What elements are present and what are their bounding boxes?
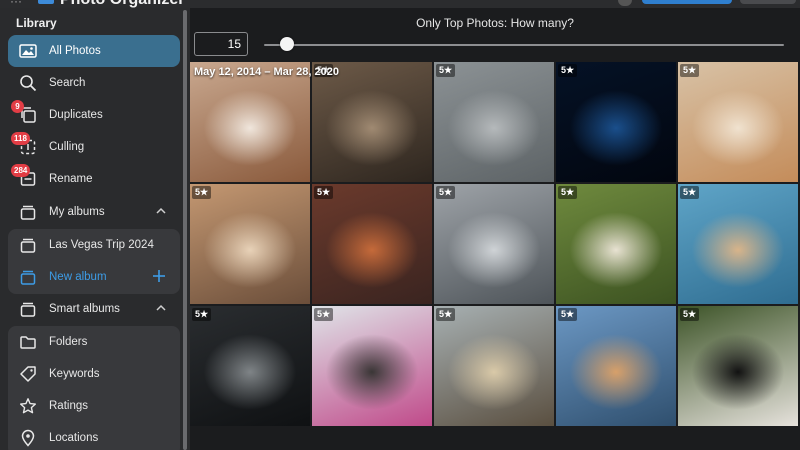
my-albums-label: My albums bbox=[49, 206, 105, 218]
new-album-label: New album bbox=[49, 271, 107, 283]
photo-rating-badge: 5★ bbox=[680, 186, 700, 199]
window-menu-icon[interactable]: ··· bbox=[10, 0, 22, 8]
sidebar-item-rename[interactable]: 284 Rename bbox=[8, 163, 180, 195]
smart-albums-group: Folders Keywords Ratings Locations bbox=[8, 326, 180, 450]
photo-tile[interactable]: 5★ bbox=[678, 184, 798, 304]
smart-item-locations[interactable]: Locations bbox=[8, 422, 180, 450]
albums-icon bbox=[18, 203, 38, 221]
photo-rating-badge: 5★ bbox=[314, 186, 334, 199]
star-icon bbox=[18, 397, 38, 415]
app-logo-icon bbox=[38, 0, 54, 4]
sidebar-item-label: Rename bbox=[49, 173, 93, 185]
sidebar-item-search[interactable]: Search bbox=[8, 67, 180, 99]
primary-action-button[interactable] bbox=[642, 0, 732, 4]
app-window: ··· Photo Organizer Library All Photos S… bbox=[0, 0, 800, 450]
album-las-vegas-trip[interactable]: Las Vegas Trip 2024 bbox=[8, 229, 180, 261]
sidebar-item-label: All Photos bbox=[49, 45, 101, 57]
photo-rating-badge: 5★ bbox=[192, 186, 212, 199]
photo-tile[interactable]: 5★ bbox=[434, 62, 554, 182]
photo-tile[interactable]: 5★ bbox=[434, 306, 554, 426]
search-icon bbox=[18, 74, 38, 92]
smart-item-folders[interactable]: Folders bbox=[8, 326, 180, 358]
photo-rating-badge: 5★ bbox=[680, 308, 700, 321]
smart-item-label: Ratings bbox=[49, 400, 88, 412]
top-photos-count-input[interactable]: 15 bbox=[194, 32, 248, 56]
photo-tile[interactable]: 5★ bbox=[678, 306, 798, 426]
photo-tile[interactable]: 5★ bbox=[556, 306, 676, 426]
photo-tile[interactable]: 5★ bbox=[434, 184, 554, 304]
smart-albums-label: Smart albums bbox=[49, 303, 120, 315]
sidebar-item-label: Culling bbox=[49, 141, 85, 153]
my-albums-group: Las Vegas Trip 2024 New album bbox=[8, 229, 180, 294]
my-albums-header[interactable]: My albums bbox=[8, 196, 180, 228]
help-button[interactable] bbox=[618, 0, 632, 6]
sidebar-item-label: Search bbox=[49, 77, 86, 89]
smart-item-label: Locations bbox=[49, 432, 99, 444]
rename-badge: 284 bbox=[11, 164, 31, 177]
culling-badge: 118 bbox=[11, 132, 30, 145]
photos-icon bbox=[18, 42, 38, 60]
photo-tile[interactable]: 5★ bbox=[190, 306, 310, 426]
photo-rating-badge: 5★ bbox=[192, 308, 212, 321]
sidebar-item-label: Duplicates bbox=[49, 109, 103, 121]
photo-rating-badge: 5★ bbox=[558, 186, 578, 199]
chevron-up-icon[interactable] bbox=[156, 206, 166, 216]
chevron-up-icon[interactable] bbox=[156, 303, 166, 313]
sidebar: Library All Photos Search 9 Duplicates 1… bbox=[0, 8, 190, 450]
sidebar-scrollbar[interactable] bbox=[183, 10, 187, 450]
sidebar-item-duplicates[interactable]: 9 Duplicates bbox=[8, 99, 180, 131]
photo-tile[interactable]: 5★ bbox=[312, 62, 432, 182]
smart-item-keywords[interactable]: Keywords bbox=[8, 358, 180, 390]
photo-rating-badge: 5★ bbox=[680, 64, 700, 77]
album-icon bbox=[18, 268, 38, 286]
photo-tile[interactable]: 5★ bbox=[556, 62, 676, 182]
sidebar-item-culling[interactable]: 118 Culling bbox=[8, 131, 180, 163]
photo-rating-badge: 5★ bbox=[436, 186, 456, 199]
album-icon bbox=[18, 236, 38, 254]
plus-icon[interactable] bbox=[152, 269, 166, 283]
smart-albums-header[interactable]: Smart albums bbox=[8, 293, 180, 325]
top-photos-slider-track[interactable] bbox=[264, 44, 784, 46]
photo-tile[interactable]: 5★ bbox=[190, 184, 310, 304]
sidebar-item-all-photos[interactable]: All Photos bbox=[8, 35, 180, 67]
library-heading: Library bbox=[16, 16, 57, 30]
smart-item-ratings[interactable]: Ratings bbox=[8, 390, 180, 422]
albums-icon bbox=[18, 300, 38, 318]
date-range-label: May 12, 2014 – Mar 28, 2020 bbox=[194, 66, 339, 78]
app-title: Photo Organizer bbox=[60, 0, 184, 8]
location-pin-icon bbox=[18, 429, 38, 447]
tag-icon bbox=[18, 365, 38, 383]
folder-icon bbox=[18, 333, 38, 351]
photo-tile[interactable]: 5★ bbox=[678, 62, 798, 182]
top-photos-slider-thumb[interactable] bbox=[280, 37, 295, 51]
photo-rating-badge: 5★ bbox=[436, 308, 456, 321]
photo-rating-badge: 5★ bbox=[436, 64, 456, 77]
top-photos-label: Only Top Photos: How many? bbox=[416, 16, 574, 30]
smart-item-label: Folders bbox=[49, 336, 88, 348]
duplicates-badge: 9 bbox=[11, 100, 24, 113]
photo-tile[interactable] bbox=[190, 62, 310, 182]
album-label: Las Vegas Trip 2024 bbox=[49, 239, 154, 251]
photo-tile[interactable]: 5★ bbox=[312, 184, 432, 304]
photo-tile[interactable]: 5★ bbox=[556, 184, 676, 304]
photo-rating-badge: 5★ bbox=[314, 308, 334, 321]
smart-item-label: Keywords bbox=[49, 368, 100, 380]
grid-bottom-area bbox=[190, 428, 800, 450]
photo-tile[interactable]: 5★ bbox=[312, 306, 432, 426]
photo-rating-badge: 5★ bbox=[558, 308, 578, 321]
photo-grid: May 12, 2014 – Mar 28, 2020 5★ 5★ 5★ 5★ 5★ 5★… bbox=[190, 62, 800, 428]
secondary-action-button[interactable] bbox=[740, 0, 796, 4]
new-album-button[interactable]: New album bbox=[8, 261, 180, 293]
title-bar: ··· Photo Organizer bbox=[0, 0, 800, 8]
photo-rating-badge: 5★ bbox=[558, 64, 578, 77]
top-photos-controls: Only Top Photos: How many? 15 bbox=[190, 8, 800, 62]
